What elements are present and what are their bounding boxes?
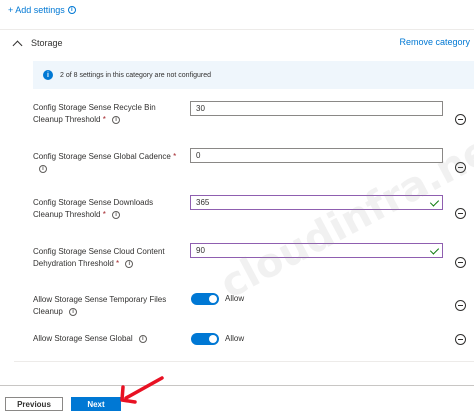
storage-sense-global-toggle[interactable] [191,333,219,345]
remove-setting-icon[interactable] [455,257,466,268]
label-line: Cleanup [33,307,63,316]
info-icon[interactable]: i [112,210,121,219]
divider [0,29,474,30]
input-value: 90 [196,246,205,255]
info-icon[interactable]: i [112,115,121,124]
setting-label-recycle-bin: Config Storage Sense Recycle Bin Cleanup… [33,102,156,126]
required-asterisk: * [102,115,106,124]
label-line: Allow Storage Sense Global [33,334,133,343]
label-line: Config Storage Sense Downloads [33,198,154,207]
setting-label-global: Allow Storage Sense Global i [33,333,147,345]
label-line: Cleanup Threshold [33,115,101,124]
input-value: 0 [196,151,201,160]
label-line: Allow Storage Sense Temporary Files [33,295,167,304]
downloads-threshold-input[interactable]: 365 [190,195,443,210]
remove-setting-icon[interactable] [455,162,466,173]
cloud-dehydration-threshold-input[interactable]: 90 [190,243,443,258]
info-filled-icon: i [43,70,53,80]
remove-setting-icon[interactable] [455,208,466,219]
previous-button[interactable]: Previous [5,397,63,411]
storage-section-header: Storage Remove category [12,36,474,50]
divider [14,361,474,362]
label-line: Dehydration Threshold [33,259,114,268]
info-icon[interactable]: i [39,164,47,173]
input-value: 30 [196,104,205,113]
chevron-up-icon[interactable] [12,40,23,50]
toggle-knob [209,295,217,303]
add-settings-link[interactable]: + Add settings i [8,5,76,15]
global-cadence-input[interactable]: 0 [190,148,443,163]
info-icon[interactable]: i [138,334,147,343]
remove-setting-icon[interactable] [455,300,466,311]
recycle-bin-threshold-input[interactable]: 30 [190,101,443,116]
watermark: cloudinfra.net [212,117,474,309]
info-message: 2 of 8 settings in this category are not… [60,71,211,79]
info-icon[interactable]: i [67,6,76,14]
setting-label-cloud-content: Config Storage Sense Cloud Content Dehyd… [33,246,165,270]
checkmark-icon [429,197,440,207]
input-value: 365 [196,198,210,207]
required-asterisk: * [173,152,177,161]
red-arrow-icon [120,376,164,404]
label-line: Config Storage Sense Recycle Bin [33,103,156,112]
toggle-state-label: Allow [225,294,245,303]
remove-category-link[interactable]: Remove category [399,37,470,47]
next-button[interactable]: Next [71,397,121,411]
remove-setting-icon[interactable] [455,114,466,125]
toggle-state-label: Allow [225,334,245,343]
info-icon[interactable]: i [125,259,134,268]
required-asterisk: * [102,210,106,219]
section-title: Storage [31,38,63,48]
info-icon[interactable]: i [69,307,78,316]
remove-setting-icon[interactable] [455,334,466,345]
info-bar: i 2 of 8 settings in this category are n… [33,61,474,89]
setting-label-temp-files: Allow Storage Sense Temporary Files Clea… [33,294,166,318]
label-line: Cleanup Threshold [33,210,101,219]
required-asterisk: * [116,259,120,268]
footer-divider [0,385,474,386]
toggle-knob [209,335,217,343]
setting-label-global-cadence: Config Storage Sense Global Cadence * i [33,151,176,175]
setting-label-downloads: Config Storage Sense Downloads Cleanup T… [33,197,153,221]
checkmark-icon [429,245,440,255]
temp-files-cleanup-toggle[interactable] [191,293,219,305]
label-line: Config Storage Sense Global Cadence [33,152,171,161]
add-settings-label: + Add settings [8,5,65,15]
label-line: Config Storage Sense Cloud Content [33,247,165,256]
